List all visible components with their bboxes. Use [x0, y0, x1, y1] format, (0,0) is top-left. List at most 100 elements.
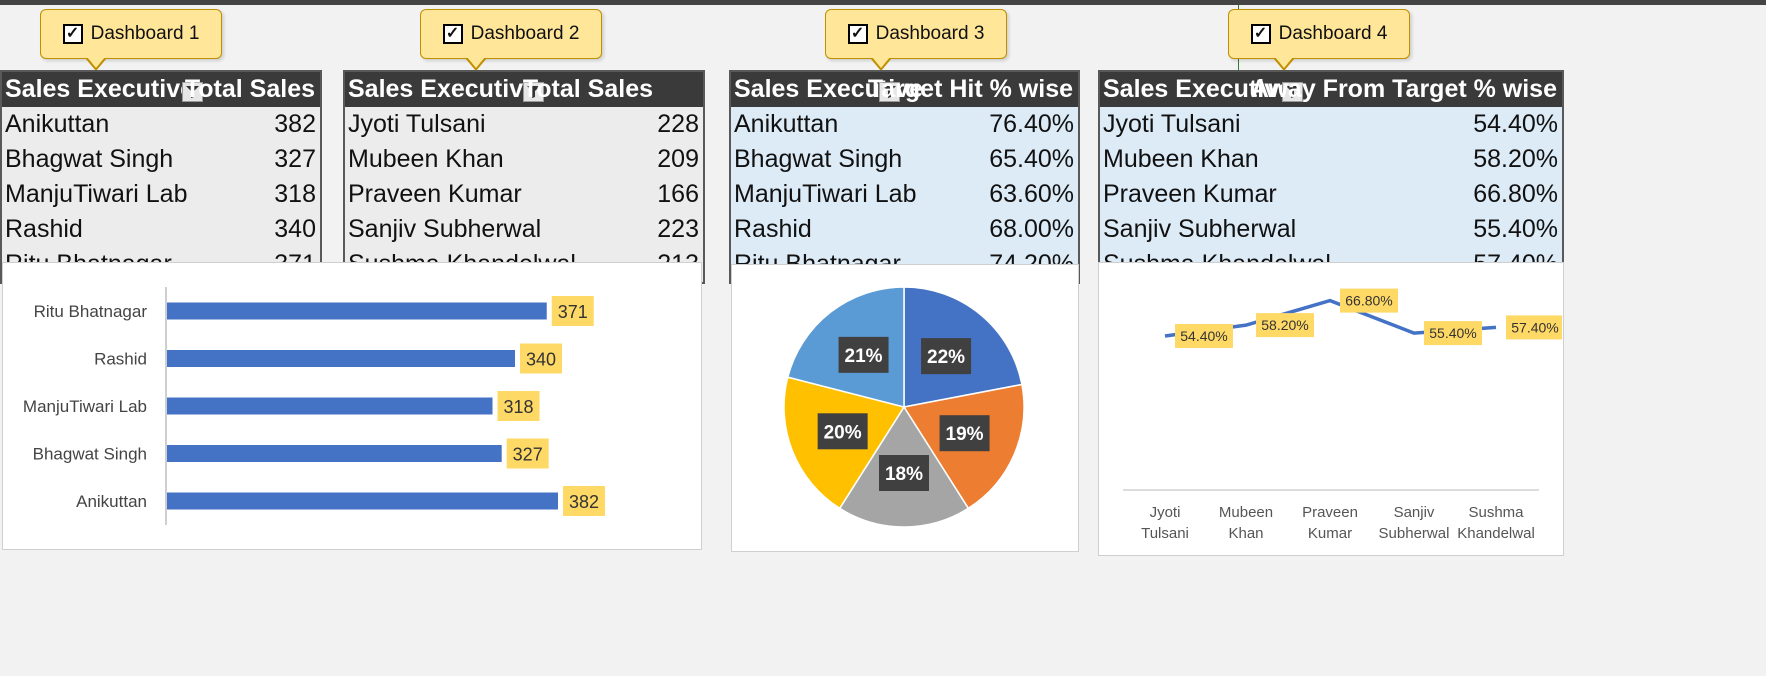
pivot-table-1: Sales Executive Total Sales Anikuttan 382… [0, 70, 322, 284]
pivot-table-3: Sales Executive Target Hit % wise Anikut… [729, 70, 1080, 284]
data-label: 21% [845, 346, 883, 367]
data-label: 57.40% [1511, 319, 1558, 335]
dashboard-4-label: Dashboard 4 [1278, 23, 1388, 44]
cell-name: Anikuttan [5, 110, 110, 138]
x-tick-label: Tulsani [1141, 525, 1189, 542]
data-label: 22% [927, 347, 965, 368]
table-row[interactable]: Praveen Kumar 66.80% [1100, 177, 1562, 212]
data-label: 340 [526, 350, 556, 370]
dashboard-3-checkbox[interactable]: ✓ [847, 24, 868, 44]
table-header: Sales Executive Total Sales [2, 72, 320, 107]
x-tick-label: Jyoti [1150, 504, 1181, 521]
x-tick-label: Kumar [1308, 525, 1352, 542]
cell-value: 166 [657, 180, 699, 208]
table-row[interactable]: Bhagwat Singh 327 [2, 142, 320, 177]
cell-name: ManjuTiwari Lab [734, 180, 917, 208]
table-row[interactable]: Bhagwat Singh 65.40% [731, 142, 1078, 177]
cell-value: 76.40% [989, 110, 1074, 138]
cell-value: 58.20% [1473, 145, 1558, 173]
header-value: Total Sales [522, 75, 653, 103]
data-label: 382 [569, 492, 599, 512]
cell-name: Mubeen Khan [348, 145, 504, 173]
dashboard-2-checkbox[interactable]: ✓ [442, 24, 463, 44]
bar [167, 350, 516, 367]
window-top-border [0, 0, 1766, 5]
y-tick-label: Rashid [94, 350, 147, 369]
cell-value: 340 [274, 215, 316, 243]
data-label: 55.40% [1429, 325, 1476, 341]
cell-value: 228 [657, 110, 699, 138]
data-label: 54.40% [1180, 328, 1227, 344]
data-label: 18% [885, 464, 923, 485]
dashboard-3-toggle[interactable]: ✓ Dashboard 3 [825, 9, 1007, 71]
dashboard-4-checkbox[interactable]: ✓ [1250, 24, 1271, 44]
data-label: 58.20% [1261, 317, 1308, 333]
cell-name: Anikuttan [734, 110, 839, 138]
table-row[interactable]: Rashid 340 [2, 212, 320, 247]
x-tick-label: Praveen [1302, 504, 1358, 521]
dashboard-1-toggle[interactable]: ✓ Dashboard 1 [40, 9, 222, 71]
table-row[interactable]: Rashid 68.00% [731, 212, 1078, 247]
data-label: 20% [824, 422, 862, 443]
table-row[interactable]: Mubeen Khan 58.20% [1100, 142, 1562, 177]
cell-name: Sanjiv Subherwal [1103, 215, 1297, 243]
x-tick-label: Mubeen [1219, 504, 1273, 521]
data-label: 19% [946, 424, 984, 445]
cell-name: Jyoti Tulsani [1103, 110, 1241, 138]
table-row[interactable]: ManjuTiwari Lab 63.60% [731, 177, 1078, 212]
y-tick-label: Anikuttan [76, 492, 147, 511]
cell-name: ManjuTiwari Lab [5, 180, 188, 208]
table-row[interactable]: Sanjiv Subherwal 223 [345, 212, 703, 247]
cell-value: 209 [657, 145, 699, 173]
cell-value: 65.40% [989, 145, 1074, 173]
table-row[interactable]: Jyoti Tulsani 54.40% [1100, 107, 1562, 142]
cell-value: 318 [274, 180, 316, 208]
cell-name: Rashid [5, 215, 83, 243]
cell-value: 55.40% [1473, 215, 1558, 243]
data-label: 327 [513, 445, 543, 465]
line-chart-panel[interactable]: 54.40% Jyoti Tulsani 58.20% Mubeen Khan 66.80%… [1098, 262, 1564, 556]
cell-value: 68.00% [989, 215, 1074, 243]
dashboard-3-label: Dashboard 3 [875, 23, 985, 44]
header-value: Total Sales [184, 75, 315, 103]
pie-chart-panel[interactable]: 22% 19% 18% 20% 21% [731, 264, 1079, 552]
table-row[interactable]: Jyoti Tulsani 228 [345, 107, 703, 142]
pivot-table-2: Sales Executive Total Sales Jyoti Tulsan… [343, 70, 705, 284]
header-value: Target Hit % wise [867, 75, 1073, 103]
cell-name: Bhagwat Singh [734, 145, 903, 173]
table-row[interactable]: Sanjiv Subherwal 55.40% [1100, 212, 1562, 247]
bar [167, 492, 558, 510]
dashboard-1-label: Dashboard 1 [90, 23, 200, 44]
line-chart: 54.40% Jyoti Tulsani 58.20% Mubeen Khan 66.80%… [1123, 288, 1564, 542]
data-label: 66.80% [1345, 293, 1392, 309]
pie-chart: 22% 19% 18% 20% 21% [783, 286, 1025, 528]
cell-name: Bhagwat Singh [5, 145, 174, 173]
table-row[interactable]: Mubeen Khan 209 [345, 142, 703, 177]
header-sales-executive: Sales Executive [5, 75, 195, 103]
table-row[interactable]: ManjuTiwari Lab 318 [2, 177, 320, 212]
data-label: 371 [558, 302, 588, 322]
cell-name: Rashid [734, 215, 812, 243]
cell-value: 54.40% [1473, 110, 1558, 138]
dashboard-4-toggle[interactable]: ✓ Dashboard 4 [1228, 9, 1410, 71]
dashboard-1-checkbox[interactable]: ✓ [62, 24, 83, 44]
bar-chart: Ritu Bhatnagar 371 Rashid 340 ManjuTiwari La… [23, 287, 605, 525]
bar [167, 302, 547, 320]
cell-name: Praveen Kumar [1103, 180, 1277, 208]
dashboard-2-label: Dashboard 2 [470, 23, 580, 44]
table-header: Sales Executive Total Sales [345, 72, 703, 107]
cell-name: Praveen Kumar [348, 180, 522, 208]
x-tick-label: Subherwal [1379, 525, 1450, 542]
cell-value: 66.80% [1473, 180, 1558, 208]
table-row[interactable]: Anikuttan 76.40% [731, 107, 1078, 142]
cell-name: Sanjiv Subherwal [348, 215, 542, 243]
cell-value: 382 [274, 110, 316, 138]
cell-name: Jyoti Tulsani [348, 110, 486, 138]
dashboard-2-toggle[interactable]: ✓ Dashboard 2 [420, 9, 602, 71]
table-header: Sales Executive Away From Target % wise [1100, 72, 1562, 107]
table-row[interactable]: Anikuttan 382 [2, 107, 320, 142]
cell-value: 63.60% [989, 180, 1074, 208]
table-row[interactable]: Praveen Kumar 166 [345, 177, 703, 212]
table-header: Sales Executive Target Hit % wise [731, 72, 1078, 107]
bar-chart-panel[interactable]: Ritu Bhatnagar 371 Rashid 340 ManjuTiwari La… [2, 262, 702, 550]
